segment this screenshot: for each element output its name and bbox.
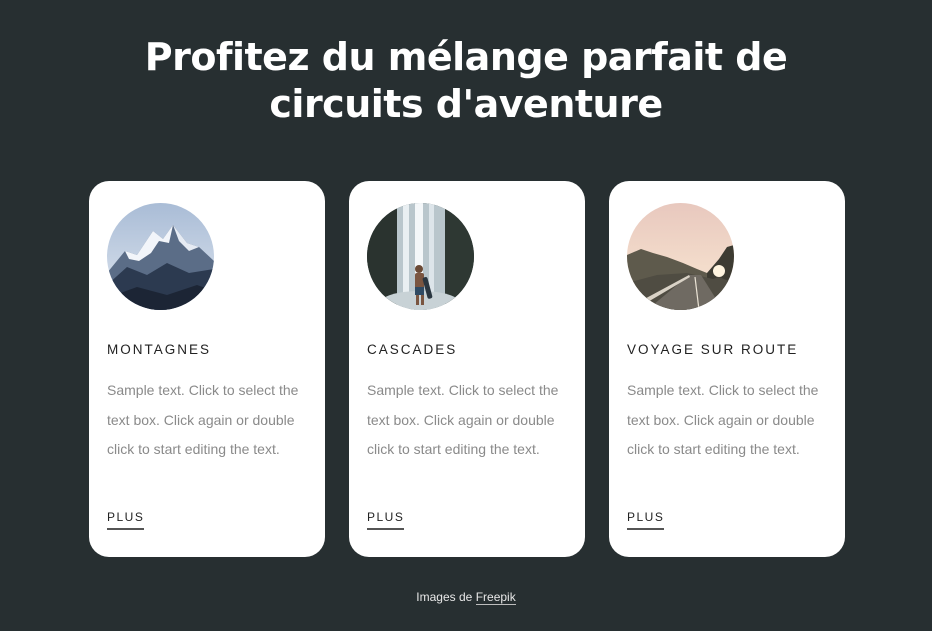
image-credit: Images de Freepik	[0, 589, 932, 605]
title-line-1: Profitez du mélange parfait de	[144, 35, 788, 79]
card-montagnes: MONTAGNES Sample text. Click to select t…	[89, 181, 325, 557]
card-title: VOYAGE SUR ROUTE	[627, 342, 799, 357]
card-cascades: CASCADES Sample text. Click to select th…	[349, 181, 585, 557]
card-text[interactable]: Sample text. Click to select the text bo…	[107, 376, 313, 465]
card-title: CASCADES	[367, 342, 458, 357]
cards-row: MONTAGNES Sample text. Click to select t…	[89, 181, 845, 557]
freepik-link[interactable]: Freepik	[475, 590, 516, 605]
more-link[interactable]: PLUS	[627, 510, 665, 530]
road-trip-image	[627, 203, 734, 310]
card-title: MONTAGNES	[107, 342, 212, 357]
title-line-2: circuits d'aventure	[269, 82, 663, 126]
more-link[interactable]: PLUS	[367, 510, 405, 530]
waterfall-image	[367, 203, 474, 310]
page-title: Profitez du mélange parfait de circuits …	[0, 34, 932, 128]
card-voyage-sur-route: VOYAGE SUR ROUTE Sample text. Click to s…	[609, 181, 845, 557]
card-text[interactable]: Sample text. Click to select the text bo…	[367, 376, 573, 465]
mountain-image	[107, 203, 214, 310]
more-link[interactable]: PLUS	[107, 510, 145, 530]
card-text[interactable]: Sample text. Click to select the text bo…	[627, 376, 833, 465]
credit-prefix: Images de	[416, 590, 473, 604]
